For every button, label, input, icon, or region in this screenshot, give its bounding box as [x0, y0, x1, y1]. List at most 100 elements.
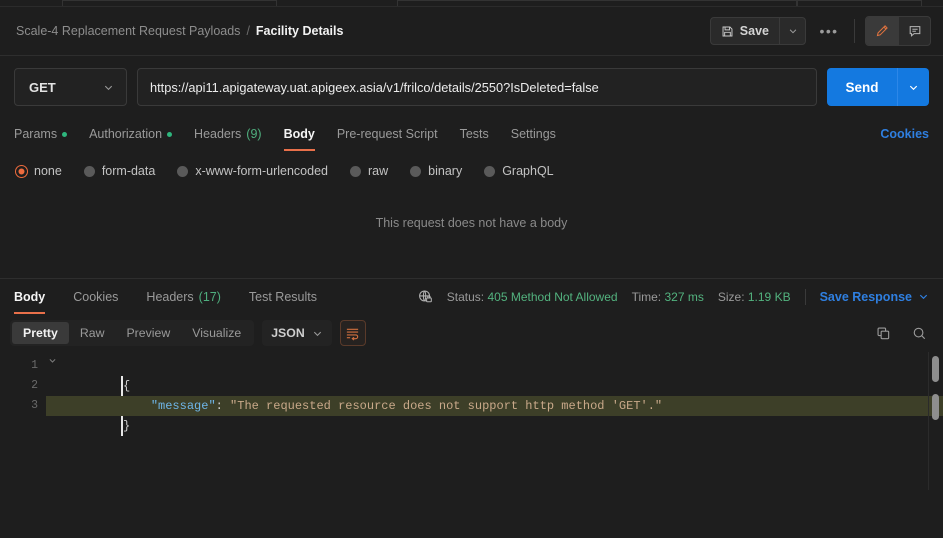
tab-headers[interactable]: Headers (9) [194, 117, 262, 151]
radio-icon [177, 165, 189, 177]
code-content[interactable]: { "message": "The requested resource doe… [46, 352, 943, 490]
send-group: Send [827, 68, 929, 106]
scrollbar-thumb[interactable] [932, 356, 939, 382]
code-token-punct: } [121, 416, 130, 436]
modified-dot-icon [62, 131, 68, 137]
body-type-label: x-www-form-urlencoded [195, 164, 328, 178]
breadcrumb-separator: / [246, 24, 250, 38]
floppy-disk-icon [721, 25, 734, 38]
more-actions-button[interactable]: ••• [814, 17, 844, 45]
line-number-value: 3 [31, 399, 38, 412]
size-value: 1.19 KB [747, 289, 791, 304]
word-wrap-button[interactable] [339, 320, 366, 346]
send-options-button[interactable] [897, 68, 929, 106]
response-tab-headers[interactable]: Headers (17) [140, 279, 226, 314]
response-view-modes: Pretty Raw Preview Visualize [10, 320, 255, 346]
body-type-binary[interactable]: binary [410, 164, 462, 178]
tab-label: Headers [194, 127, 242, 141]
vertical-scrollbar-upper[interactable] [932, 356, 939, 382]
code-token-string: "The requested resource does not support… [230, 399, 663, 413]
response-tab-test-results[interactable]: Test Results [243, 279, 323, 314]
status-value: 405 Method Not Allowed [487, 289, 618, 304]
tab-tests[interactable]: Tests [460, 117, 489, 151]
cookies-link[interactable]: Cookies [880, 127, 929, 141]
save-response-button[interactable]: Save Response [820, 290, 929, 304]
response-toolbar-actions [873, 323, 929, 343]
copy-button[interactable] [873, 323, 893, 343]
tab-body[interactable]: Body [283, 117, 316, 151]
line-number: 2 [0, 376, 46, 396]
chevron-down-icon [103, 82, 114, 93]
url-input[interactable]: https://api11.apigateway.uat.apigeex.asi… [137, 68, 817, 106]
copy-icon [876, 326, 891, 341]
save-response-label: Save Response [819, 289, 912, 304]
tab-settings[interactable]: Settings [511, 117, 556, 151]
word-wrap-icon [345, 326, 360, 341]
header-divider [854, 19, 855, 43]
response-tab-body[interactable]: Body [8, 279, 51, 314]
chevron-down-icon [908, 82, 919, 93]
comment-icon [908, 24, 922, 38]
tab-edge[interactable] [797, 0, 922, 6]
body-type-urlencoded[interactable]: x-www-form-urlencoded [177, 164, 328, 178]
bottom-filler [0, 490, 943, 538]
method-selector[interactable]: GET [14, 68, 127, 106]
breadcrumb-parent[interactable]: Scale-4 Replacement Request Payloads [16, 24, 240, 38]
status-divider [804, 288, 806, 305]
pencil-icon [875, 24, 889, 38]
body-type-label: none [34, 164, 62, 178]
body-type-none[interactable]: none [16, 164, 62, 178]
tab-label: Headers [146, 289, 194, 304]
postman-window: Scale-4 Replacement Request Payloads / F… [0, 0, 943, 538]
header-actions: Save ••• [709, 16, 931, 46]
breadcrumb: Scale-4 Replacement Request Payloads / F… [16, 24, 343, 38]
size-label: Size: [717, 289, 745, 304]
search-button[interactable] [909, 323, 929, 343]
scroll-track [928, 352, 929, 490]
search-icon [912, 326, 927, 341]
radio-icon [410, 165, 422, 177]
tab-label: Pre-request Script [336, 127, 438, 141]
tab-label: Authorization [89, 127, 163, 141]
view-mode-raw[interactable]: Raw [69, 322, 116, 344]
edit-mode-button[interactable] [866, 17, 898, 45]
view-toggle-group [865, 16, 931, 46]
view-mode-visualize[interactable]: Visualize [181, 322, 252, 344]
tab-authorization[interactable]: Authorization [89, 117, 173, 151]
line-number: 1 [0, 356, 56, 376]
tab-edge[interactable] [62, 0, 277, 6]
body-type-graphql[interactable]: GraphQL [484, 164, 554, 178]
send-button[interactable]: Send [827, 68, 897, 106]
view-mode-preview[interactable]: Preview [115, 322, 181, 344]
vertical-scrollbar-lower[interactable] [932, 394, 939, 420]
method-label: GET [29, 79, 56, 95]
response-body-editor[interactable]: 1 2 3 { "message": "The requested resour… [0, 352, 943, 490]
save-options-button[interactable] [779, 18, 805, 44]
response-format-selector[interactable]: JSON [262, 320, 332, 346]
response-tab-cookies[interactable]: Cookies [67, 279, 124, 314]
line-number-value: 1 [31, 359, 38, 372]
line-number: 3 [0, 396, 46, 416]
empty-body-area: This request does not have a body [0, 178, 943, 278]
body-type-label: GraphQL [502, 164, 554, 178]
globe-lock-icon[interactable] [418, 289, 433, 304]
comments-button[interactable] [898, 17, 930, 45]
view-mode-pretty[interactable]: Pretty [12, 322, 69, 344]
body-type-raw[interactable]: raw [350, 164, 388, 178]
scrollbar-thumb[interactable] [932, 394, 939, 420]
tab-edge[interactable] [397, 0, 797, 6]
empty-body-message: This request does not have a body [375, 216, 568, 230]
body-type-form-data[interactable]: form-data [83, 164, 156, 178]
tab-pre-request-script[interactable]: Pre-request Script [337, 117, 438, 151]
tab-label: Cookies [73, 289, 119, 304]
body-type-label: form-data [101, 164, 156, 178]
tab-count: (17) [198, 289, 221, 304]
request-tabs: Params Authorization Headers (9) Body Pr… [0, 117, 943, 151]
code-line: "message": "The requested resource does … [46, 376, 943, 413]
tab-params[interactable]: Params [14, 117, 68, 151]
body-type-label: raw [368, 164, 389, 178]
tab-strip [0, 0, 943, 7]
chevron-down-icon [918, 291, 929, 302]
save-button[interactable]: Save [711, 18, 779, 44]
